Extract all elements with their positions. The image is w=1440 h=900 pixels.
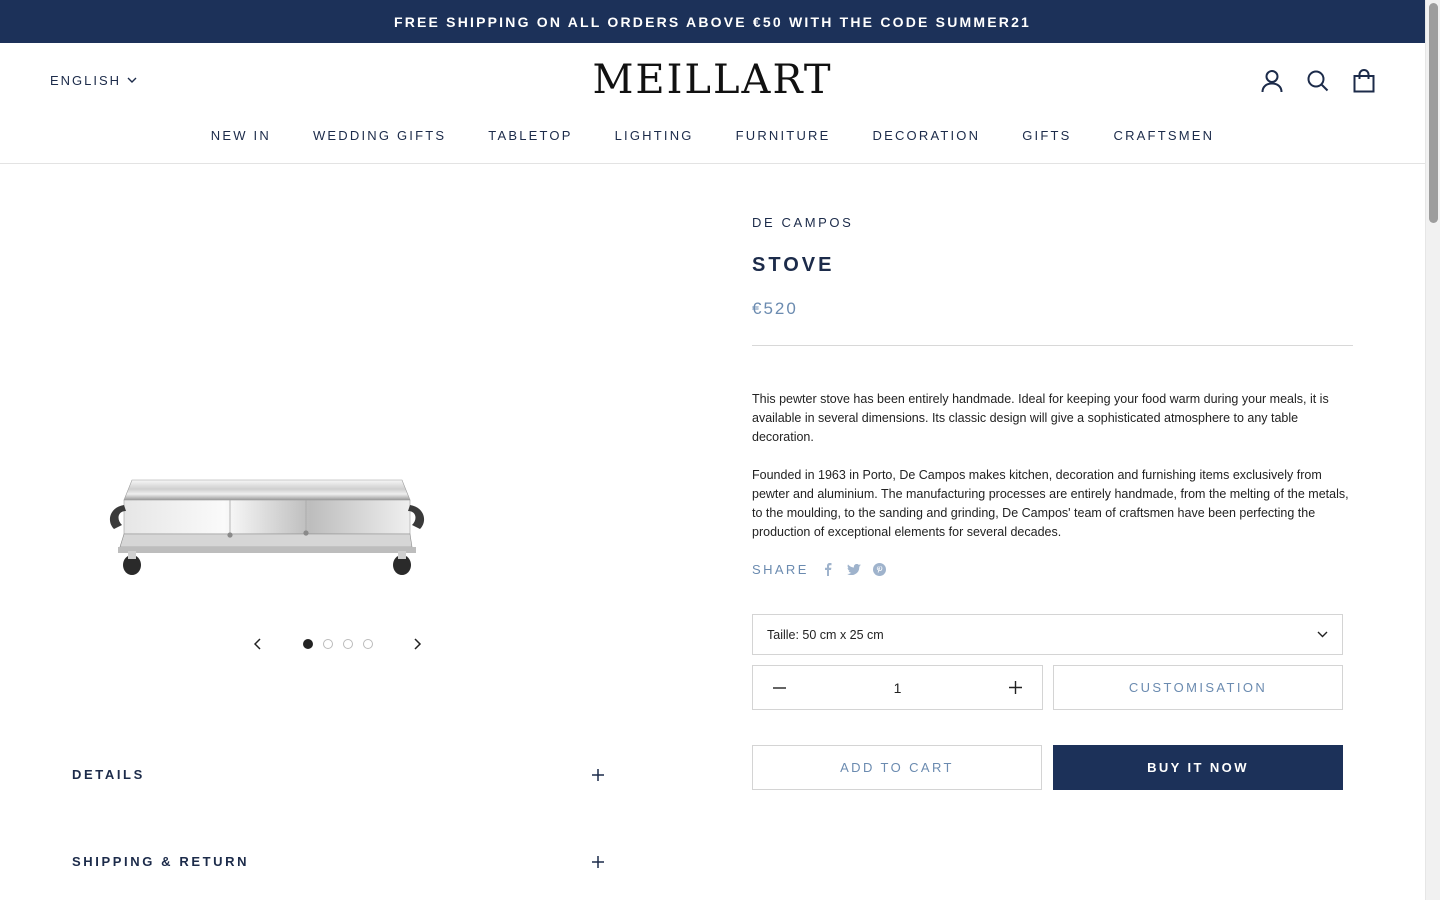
nav-item-gifts[interactable]: GIFTS xyxy=(1022,128,1071,143)
scrollbar-thumb[interactable] xyxy=(1429,3,1438,223)
plus-icon xyxy=(592,768,604,781)
site-logo[interactable]: MEILLART xyxy=(0,57,1425,103)
gallery-dots xyxy=(302,639,373,649)
plus-icon[interactable] xyxy=(1008,680,1024,696)
chevron-left-icon[interactable] xyxy=(250,637,264,651)
buy-it-now-button[interactable]: BUY IT NOW xyxy=(1053,745,1343,790)
twitter-icon[interactable] xyxy=(846,563,861,577)
add-to-cart-button[interactable]: ADD TO CART xyxy=(752,745,1042,790)
nav-item-wedding-gifts[interactable]: WEDDING GIFTS xyxy=(313,128,446,143)
plus-icon xyxy=(592,855,604,868)
share-row: SHARE xyxy=(752,562,1353,577)
customisation-label: CUSTOMISATION xyxy=(1128,680,1268,695)
description-paragraph: This pewter stove has been entirely hand… xyxy=(752,392,1329,444)
page-scrollbar[interactable] xyxy=(1425,0,1440,900)
nav-item-decoration[interactable]: DECORATION xyxy=(873,128,981,143)
product-image[interactable] xyxy=(100,285,435,585)
size-select[interactable]: Taille: 50 cm x 25 cm xyxy=(752,614,1343,655)
main-nav: NEW IN WEDDING GIFTS TABLETOP LIGHTING F… xyxy=(0,128,1425,143)
product-description: This pewter stove has been entirely hand… xyxy=(752,390,1353,542)
nav-item-lighting[interactable]: LIGHTING xyxy=(615,128,694,143)
pinterest-icon[interactable] xyxy=(873,563,887,577)
nav-item-new-in[interactable]: NEW IN xyxy=(211,128,271,143)
site-header: ENGLISH MEILLART NEW IN WEDDING GIFTS TA… xyxy=(0,43,1425,164)
chevron-right-icon[interactable] xyxy=(411,637,425,651)
quantity-stepper: 1 xyxy=(752,665,1043,710)
minus-icon[interactable] xyxy=(771,680,787,696)
accordion-shipping-return[interactable]: SHIPPING & RETURN xyxy=(72,854,604,869)
product-info: DE CAMPOS STOVE €520 This pewter stove h… xyxy=(752,210,1353,577)
announcement-text: FREE SHIPPING ON ALL ORDERS ABOVE €50 WI… xyxy=(393,13,1032,30)
nav-item-craftsmen[interactable]: CRAFTSMEN xyxy=(1114,128,1215,143)
nav-item-furniture[interactable]: FURNITURE xyxy=(736,128,831,143)
divider xyxy=(752,345,1353,346)
gallery-dot[interactable] xyxy=(342,639,353,649)
customisation-button[interactable]: CUSTOMISATION xyxy=(1053,665,1343,710)
gallery-dot[interactable] xyxy=(302,639,313,649)
cart-icon[interactable] xyxy=(1351,67,1377,95)
search-icon[interactable] xyxy=(1305,67,1331,95)
account-icon[interactable] xyxy=(1259,67,1285,95)
size-select-value: Taille: 50 cm x 25 cm xyxy=(767,627,884,642)
accordion-title: DETAILS xyxy=(72,767,145,782)
facebook-icon[interactable] xyxy=(821,563,835,577)
buy-it-now-label: BUY IT NOW xyxy=(1147,760,1249,775)
product-title: STOVE xyxy=(752,254,835,276)
announcement-bar: FREE SHIPPING ON ALL ORDERS ABOVE €50 WI… xyxy=(0,0,1425,43)
accordion-title: SHIPPING & RETURN xyxy=(72,854,250,869)
share-label: SHARE xyxy=(752,562,809,577)
product-price: €520 xyxy=(752,299,798,318)
chevron-down-icon xyxy=(1317,631,1328,638)
gallery-controls xyxy=(250,633,425,655)
product-vendor[interactable]: DE CAMPOS xyxy=(752,215,1353,230)
add-to-cart-label: ADD TO CART xyxy=(840,760,954,775)
nav-item-tabletop[interactable]: TABLETOP xyxy=(488,128,572,143)
header-icons xyxy=(1259,67,1377,95)
accordion-details[interactable]: DETAILS xyxy=(72,767,604,782)
quantity-value[interactable]: 1 xyxy=(894,680,902,696)
gallery-dot[interactable] xyxy=(362,639,373,649)
description-paragraph: Founded in 1963 in Porto, De Campos make… xyxy=(752,468,1349,539)
gallery-dot[interactable] xyxy=(322,639,333,649)
